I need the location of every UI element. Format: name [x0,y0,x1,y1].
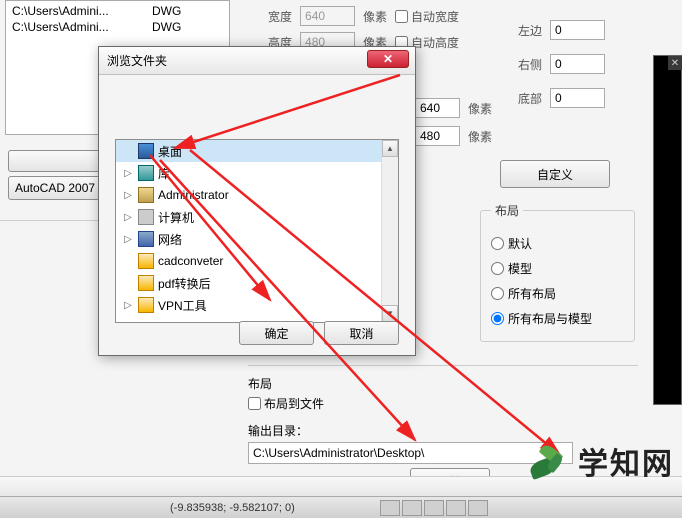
unit-label: 像素 [468,128,492,145]
tree-item-user[interactable]: ▷ Administrator [116,184,398,206]
bottom-input[interactable] [550,88,605,108]
desktop-icon [138,143,154,159]
folder-icon [138,275,154,291]
dialog-close-button[interactable]: ✕ [367,50,409,68]
tree-item-label: 库 [158,165,170,182]
dialog-title-text: 浏览文件夹 [107,52,167,69]
tree-item-folder[interactable]: cadconveter [116,250,398,272]
left-input[interactable] [550,20,605,40]
watermark-text: 学知网 [578,439,674,483]
ok-button[interactable]: 确定 [239,321,314,345]
px-height-input[interactable] [415,126,460,146]
user-icon [138,187,154,203]
preview-panel [653,55,682,405]
format-label: AutoCAD 2007 D [15,181,107,195]
layout-label: 布局 [248,375,638,392]
folder-icon [138,253,154,269]
output-path-input[interactable] [248,442,573,464]
unit-label: 像素 [468,100,492,117]
expand-icon[interactable]: ▷ [122,168,134,179]
output-dir-label: 输出目录： [248,422,638,439]
separator [248,365,638,366]
bottom-label: 底部 [518,90,542,107]
left-label: 左边 [518,22,542,39]
tree-item-network[interactable]: ▷ 网络 [116,228,398,250]
unit-label: 像素 [363,8,387,25]
file-type: DWG [152,4,181,18]
tree-item-folder[interactable]: ▷ VPN工具 [116,294,398,316]
library-icon [138,165,154,181]
file-path: C:\Users\Admini... [12,20,132,34]
expand-icon[interactable]: ▷ [122,234,134,245]
px-height-row: 像素 [415,126,492,146]
custom-button[interactable]: 自定义 [500,160,610,188]
width-row: 宽度 像素 自动宽度 [268,6,459,26]
status-bar: (-9.835938; -9.582107; 0) [0,496,682,518]
bottom-margin-row: 底部 [518,88,605,108]
width-input[interactable] [300,6,355,26]
expand-icon[interactable]: ▷ [122,212,134,223]
cancel-button[interactable]: 取消 [324,321,399,345]
tree-item-label: VPN工具 [158,297,207,314]
dialog-titlebar[interactable]: 浏览文件夹 ✕ [99,47,415,75]
scroll-up-icon[interactable]: ▲ [382,140,398,157]
watermark-logo: 学知网 [526,439,674,483]
right-margin-row: 右侧 [518,54,605,74]
folder-tree[interactable]: 桌面▷库▷Administrator▷计算机▷网络cadconveterpdf转… [115,139,399,323]
px-width-input[interactable] [415,98,460,118]
right-label: 右侧 [518,56,542,73]
width-label: 宽度 [268,8,292,25]
folder-icon [138,297,154,313]
tree-item-library[interactable]: ▷库 [116,162,398,184]
status-icons [380,500,488,516]
expand-icon[interactable]: ▷ [122,300,134,311]
left-margin-row: 左边 [518,20,605,40]
file-path: C:\Users\Admini... [12,4,132,18]
radio-all-layouts[interactable]: 所有布局 [491,285,624,302]
file-row[interactable]: C:\Users\Admini... DWG [8,19,227,35]
leaf-icon [526,442,570,480]
tree-item-desktop[interactable]: 桌面 [116,140,398,162]
file-type: DWG [152,20,181,34]
panel-close-icon[interactable]: ✕ [668,56,682,70]
tree-item-label: Administrator [158,188,229,202]
layout-group: 布局 默认 模型 所有布局 所有布局与模型 [480,202,635,342]
tree-item-label: 网络 [158,231,182,248]
px-width-row: 像素 [415,98,492,118]
auto-width-check[interactable]: 自动宽度 [395,8,459,25]
file-row[interactable]: C:\Users\Admini... DWG [8,3,227,19]
computer-icon [138,209,154,225]
radio-model[interactable]: 模型 [491,260,624,277]
status-coords: (-9.835938; -9.582107; 0) [170,502,295,514]
tree-item-label: pdf转换后 [158,275,211,292]
tree-item-computer[interactable]: ▷ 计算机 [116,206,398,228]
tree-item-label: cadconveter [158,254,223,268]
layout-to-file-check[interactable]: 布局到文件 [248,395,638,412]
radio-default[interactable]: 默认 [491,235,624,252]
radio-all-layouts-model[interactable]: 所有布局与模型 [491,310,624,327]
scroll-down-icon[interactable]: ▼ [382,305,398,322]
network-icon [138,231,154,247]
scrollbar[interactable]: ▲ ▼ [381,140,398,322]
right-input[interactable] [550,54,605,74]
expand-icon[interactable]: ▷ [122,190,134,201]
layout-legend: 布局 [491,202,523,219]
tree-item-label: 计算机 [158,209,194,226]
tree-item-folder[interactable]: pdf转换后 [116,272,398,294]
tree-item-label: 桌面 [158,143,182,160]
browse-folder-dialog: 浏览文件夹 ✕ 桌面▷库▷Administrator▷计算机▷网络cadconv… [98,46,416,356]
